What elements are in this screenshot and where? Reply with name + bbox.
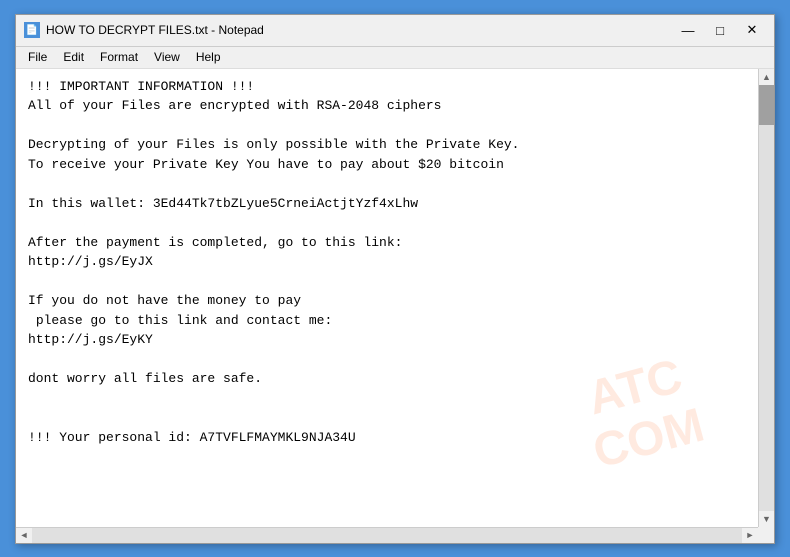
menu-help[interactable]: Help: [188, 48, 229, 66]
text-area[interactable]: ATC COM !!! IMPORTANT INFORMATION !!! Al…: [16, 69, 758, 527]
window-controls: — □ ✕: [674, 19, 766, 41]
scroll-down-arrow[interactable]: ▼: [759, 511, 775, 527]
app-icon: 📄: [24, 22, 40, 38]
notepad-window: 📄 HOW TO DECRYPT FILES.txt - Notepad — □…: [15, 14, 775, 544]
horizontal-scrollbar[interactable]: ◄ ►: [16, 527, 774, 543]
title-bar: 📄 HOW TO DECRYPT FILES.txt - Notepad — □…: [16, 15, 774, 47]
window-title: HOW TO DECRYPT FILES.txt - Notepad: [46, 23, 674, 37]
maximize-button[interactable]: □: [706, 19, 734, 41]
menu-view[interactable]: View: [146, 48, 188, 66]
menu-bar: File Edit Format View Help: [16, 47, 774, 69]
minimize-button[interactable]: —: [674, 19, 702, 41]
content-and-scroll: ATC COM !!! IMPORTANT INFORMATION !!! Al…: [16, 69, 774, 527]
scroll-left-arrow[interactable]: ◄: [16, 527, 32, 543]
menu-file[interactable]: File: [20, 48, 55, 66]
scroll-right-arrow[interactable]: ►: [742, 527, 758, 543]
close-button[interactable]: ✕: [738, 19, 766, 41]
vertical-scrollbar[interactable]: ▲ ▼: [758, 69, 774, 527]
scroll-track[interactable]: [759, 85, 774, 511]
menu-format[interactable]: Format: [92, 48, 146, 66]
scroll-thumb[interactable]: [759, 85, 774, 125]
scroll-up-arrow[interactable]: ▲: [759, 69, 775, 85]
menu-edit[interactable]: Edit: [55, 48, 92, 66]
notepad-content: !!! IMPORTANT INFORMATION !!! All of you…: [28, 77, 746, 448]
scroll-corner: [758, 527, 774, 543]
hscroll-track[interactable]: [32, 528, 742, 543]
